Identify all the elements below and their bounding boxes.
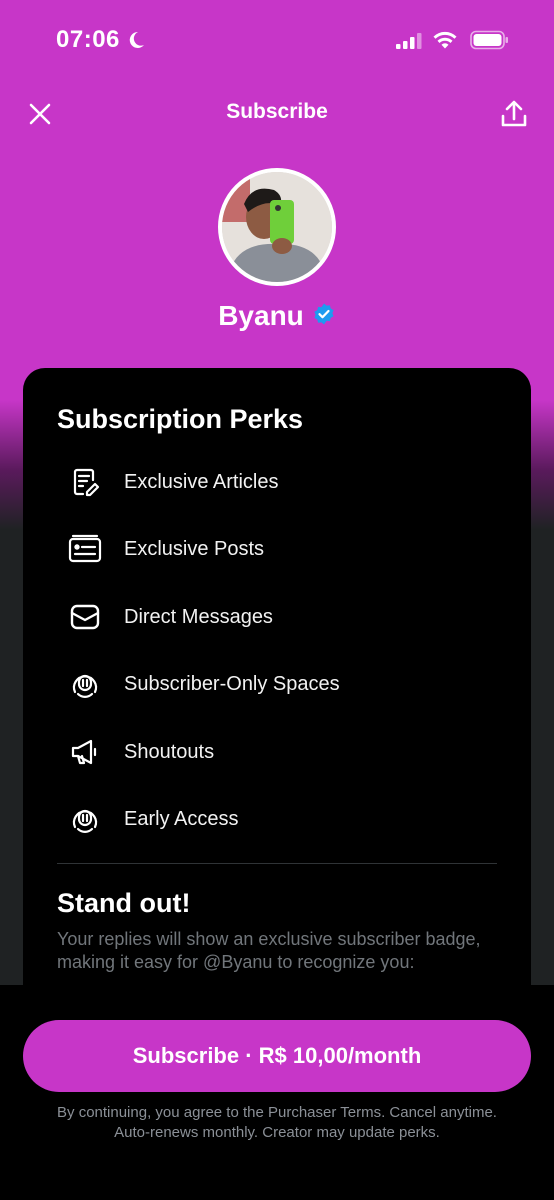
perks-title: Subscription Perks: [57, 404, 304, 434]
terms-line-1[interactable]: By continuing, you agree to the Purchase…: [20, 1103, 534, 1123]
terms-text: By continuing, you agree to the Purchase…: [20, 1103, 534, 1143]
battery-icon: [470, 30, 510, 55]
terms-line-2: Auto-renews monthly. Creator may update …: [114, 1124, 440, 1141]
perk-exclusive-posts: Exclusive Posts: [67, 529, 507, 569]
verified-badge-icon: [312, 302, 336, 331]
perk-label: Exclusive Articles: [124, 470, 279, 493]
stand-out-title: Stand out!: [57, 888, 191, 918]
stand-out-text: Your replies will show an exclusive subs…: [57, 929, 481, 972]
posts-icon: [67, 531, 103, 567]
perks-card: Subscription Perks Exclusive Articles Ex…: [23, 368, 531, 1068]
profile-name: Byanu: [218, 300, 304, 331]
perk-label: Shoutouts: [124, 740, 215, 763]
moon-icon: [126, 30, 146, 55]
share-button[interactable]: [496, 96, 532, 132]
envelope-icon: [67, 599, 103, 635]
perk-early-access: Early Access: [67, 799, 507, 839]
avatar[interactable]: [218, 168, 336, 286]
perk-subscriber-only-spaces: Subscriber-Only Spaces: [67, 664, 507, 704]
perk-label: Exclusive Posts: [124, 537, 265, 560]
status-time: 07:06: [56, 26, 120, 53]
spaces-icon: [67, 666, 103, 702]
perk-label: Direct Messages: [124, 605, 273, 628]
wifi-icon: [432, 30, 458, 55]
profile-name-row: Byanu: [0, 300, 554, 332]
perk-shoutouts: Shoutouts: [67, 732, 507, 772]
divider: [57, 863, 497, 864]
perk-label: Early Access: [124, 807, 239, 830]
bottom-bar: Subscribe · R$ 10,00/month By continuing…: [0, 985, 554, 1200]
subscribe-button[interactable]: Subscribe · R$ 10,00/month: [23, 1020, 531, 1092]
article-icon: [67, 464, 103, 500]
status-bar: 07:06: [0, 0, 554, 80]
share-icon: [501, 100, 527, 127]
perk-label: Subscriber-Only Spaces: [124, 672, 340, 695]
page-title: Subscribe: [226, 100, 328, 123]
perk-direct-messages: Direct Messages: [67, 597, 507, 637]
spaces-icon: [67, 801, 103, 837]
perk-exclusive-articles: Exclusive Articles: [67, 462, 507, 502]
signal-icon: [396, 33, 424, 54]
megaphone-icon: [67, 734, 103, 770]
